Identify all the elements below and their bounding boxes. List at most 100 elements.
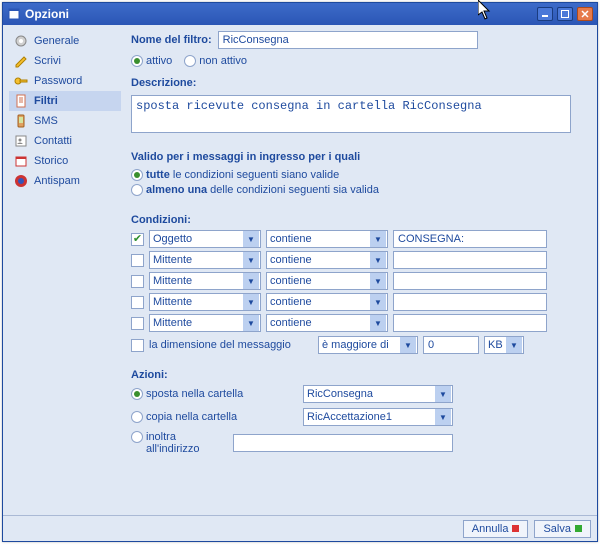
size-enable-checkbox[interactable]: [131, 339, 144, 352]
valid-all-bold: tutte: [146, 169, 170, 181]
stop-icon: [512, 525, 519, 532]
condition-field-select[interactable]: Mittente▼: [149, 314, 261, 332]
radio-icon: [131, 184, 143, 196]
radio-icon: [131, 431, 143, 443]
size-value-input[interactable]: [423, 336, 479, 354]
phone-icon: [13, 113, 29, 129]
condition-field-select[interactable]: Mittente▼: [149, 251, 261, 269]
condition-enable-checkbox[interactable]: [131, 275, 144, 288]
sidebar-item-sms[interactable]: SMS: [9, 111, 121, 131]
chevron-down-icon: ▼: [243, 315, 259, 331]
sidebar-item-contatti[interactable]: Contatti: [9, 131, 121, 151]
condition-value-input[interactable]: [393, 314, 547, 332]
size-op-select[interactable]: è maggiore di▼: [318, 336, 418, 354]
valid-any-bold: almeno una: [146, 184, 207, 196]
description-textarea[interactable]: sposta ricevute consegna in cartella Ric…: [131, 95, 571, 133]
valid-any-radio[interactable]: almeno una delle condizioni seguenti sia…: [131, 184, 379, 196]
action-copy-radio[interactable]: copia nella cartella: [131, 411, 291, 423]
chevron-down-icon: ▼: [370, 315, 386, 331]
sidebar-item-storico[interactable]: Storico: [9, 151, 121, 171]
status-active-label: attivo: [146, 55, 172, 67]
chevron-down-icon: ▼: [370, 252, 386, 268]
chevron-down-icon: ▼: [370, 273, 386, 289]
condition-row: Mittente▼ contiene▼: [131, 314, 581, 332]
condition-row: Mittente▼ contiene▼: [131, 272, 581, 290]
titlebar: Opzioni: [3, 3, 597, 25]
sidebar: Generale Scrivi Password Filtri SMS Cont…: [9, 31, 121, 509]
size-condition-row: la dimensione del messaggio è maggiore d…: [131, 336, 581, 354]
condition-value-input[interactable]: [393, 272, 547, 290]
condition-enable-checkbox[interactable]: [131, 233, 144, 246]
condition-field-select[interactable]: Mittente▼: [149, 293, 261, 311]
close-button[interactable]: [577, 7, 593, 21]
condition-field-select[interactable]: Mittente▼: [149, 272, 261, 290]
description-label: Descrizione:: [131, 77, 196, 89]
window-buttons: [537, 7, 593, 21]
condition-enable-checkbox[interactable]: [131, 296, 144, 309]
condition-value-input[interactable]: [393, 251, 547, 269]
sidebar-item-scrivi[interactable]: Scrivi: [9, 51, 121, 71]
radio-icon: [131, 388, 143, 400]
chevron-down-icon: ▼: [400, 337, 416, 353]
chevron-down-icon: ▼: [435, 386, 451, 402]
action-copy-folder-select[interactable]: RicAccettazione1▼: [303, 408, 453, 426]
size-unit-select[interactable]: KB▼: [484, 336, 524, 354]
condition-op-select[interactable]: contiene▼: [266, 272, 388, 290]
condition-enable-checkbox[interactable]: [131, 254, 144, 267]
condition-op-select[interactable]: contiene▼: [266, 314, 388, 332]
radio-icon: [131, 169, 143, 181]
save-label: Salva: [543, 523, 571, 535]
status-active-radio[interactable]: attivo: [131, 55, 172, 67]
condition-op-select[interactable]: contiene▼: [266, 230, 388, 248]
save-button[interactable]: Salva: [534, 520, 591, 538]
calendar-icon: [13, 153, 29, 169]
condition-enable-checkbox[interactable]: [131, 317, 144, 330]
dialog-footer: Annulla Salva: [3, 515, 597, 541]
valid-any-rest: delle condizioni seguenti sia valida: [207, 184, 379, 196]
sidebar-item-label: Antispam: [34, 175, 80, 187]
actions-label: Azioni:: [131, 369, 168, 381]
cancel-label: Annulla: [472, 523, 509, 535]
chevron-down-icon: ▼: [506, 337, 522, 353]
save-icon: [575, 525, 582, 532]
condition-value-input[interactable]: [393, 230, 547, 248]
minimize-button[interactable]: [537, 7, 553, 21]
condition-field-select[interactable]: Oggetto▼: [149, 230, 261, 248]
sidebar-item-label: Storico: [34, 155, 68, 167]
action-move-folder-select[interactable]: RicConsegna▼: [303, 385, 453, 403]
sidebar-item-label: Contatti: [34, 135, 72, 147]
condition-row: Oggetto▼ contiene▼: [131, 230, 581, 248]
spam-icon: [13, 173, 29, 189]
main-panel: Nome del filtro: attivo non attivo Descr…: [121, 31, 591, 509]
action-copy-label: copia nella cartella: [146, 411, 237, 423]
options-window: Opzioni Generale Scrivi Password Filtri: [2, 2, 598, 542]
valid-all-rest: le condizioni seguenti siano valide: [170, 169, 339, 181]
action-move-radio[interactable]: sposta nella cartella: [131, 388, 291, 400]
maximize-button[interactable]: [557, 7, 573, 21]
condition-row: Mittente▼ contiene▼: [131, 293, 581, 311]
action-forward-label: inoltra all'indirizzo: [146, 431, 214, 455]
action-forward-input[interactable]: [233, 434, 453, 452]
chevron-down-icon: ▼: [243, 252, 259, 268]
condition-value-input[interactable]: [393, 293, 547, 311]
condition-op-select[interactable]: contiene▼: [266, 293, 388, 311]
cancel-button[interactable]: Annulla: [463, 520, 529, 538]
document-icon: [13, 93, 29, 109]
condition-op-select[interactable]: contiene▼: [266, 251, 388, 269]
status-inactive-radio[interactable]: non attivo: [184, 55, 247, 67]
chevron-down-icon: ▼: [370, 231, 386, 247]
sidebar-item-label: Scrivi: [34, 55, 61, 67]
radio-icon: [131, 55, 143, 67]
sidebar-item-generale[interactable]: Generale: [9, 31, 121, 51]
radio-icon: [131, 411, 143, 423]
size-label: la dimensione del messaggio: [149, 339, 313, 351]
condition-row: Mittente▼ contiene▼: [131, 251, 581, 269]
filter-name-input[interactable]: [218, 31, 478, 49]
valid-all-radio[interactable]: tutte le condizioni seguenti siano valid…: [131, 169, 339, 181]
action-forward-radio[interactable]: inoltra all'indirizzo: [131, 431, 221, 455]
sidebar-item-password[interactable]: Password: [9, 71, 121, 91]
gear-icon: [13, 33, 29, 49]
sidebar-item-antispam[interactable]: Antispam: [9, 171, 121, 191]
conditions-label: Condizioni:: [131, 214, 191, 226]
sidebar-item-filtri[interactable]: Filtri: [9, 91, 121, 111]
